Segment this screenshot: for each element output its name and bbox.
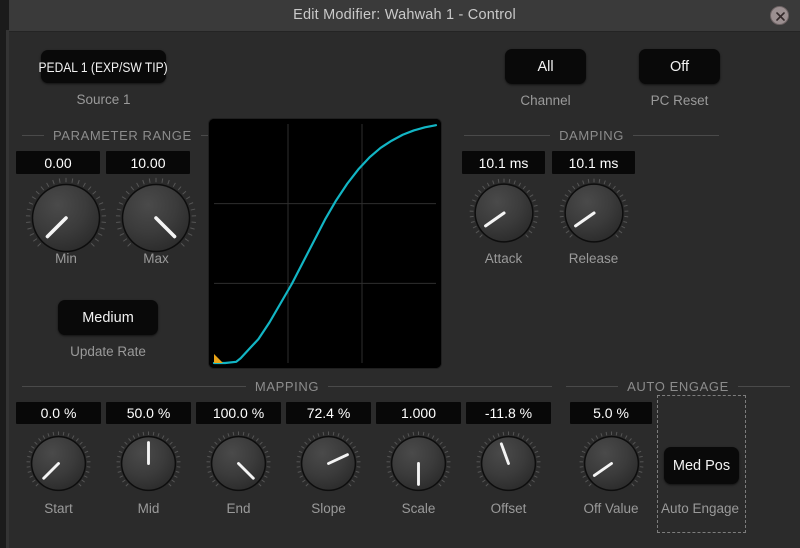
parameter-range-header: PARAMETER RANGE <box>22 128 223 143</box>
slope-label: Slope <box>311 501 346 516</box>
attack-knob[interactable] <box>468 177 540 249</box>
divider-left <box>566 386 619 387</box>
max-value-field[interactable]: 10.00 <box>106 151 190 174</box>
knob-dial <box>469 178 539 243</box>
auto-engage-header: AUTO ENGAGE <box>566 379 790 394</box>
mapping-title: MAPPING <box>254 379 320 394</box>
off-value-label: Off Value <box>583 501 639 516</box>
min-knob[interactable] <box>24 176 108 260</box>
divider-left <box>22 386 246 387</box>
end-label: End <box>226 501 251 516</box>
pc-reset-value: Off <box>669 58 690 75</box>
max-knob[interactable] <box>114 176 198 260</box>
release-label: Release <box>568 251 619 266</box>
off-value-knob[interactable] <box>578 430 645 497</box>
min-label: Min <box>55 251 77 266</box>
source-1-label: Source 1 <box>76 92 131 107</box>
knob-dial <box>579 431 644 492</box>
auto-engage-mode-value: Med Pos <box>672 457 731 474</box>
divider-left <box>464 135 551 136</box>
mapping-curve-svg <box>209 119 441 368</box>
divider-right <box>328 386 552 387</box>
channel-button[interactable]: All <box>505 49 586 84</box>
mapping-curve-graph[interactable] <box>209 119 441 368</box>
release-knob[interactable] <box>558 177 630 249</box>
offset-label: Offset <box>490 501 527 516</box>
close-button[interactable] <box>770 6 789 25</box>
auto-engage-mode-button[interactable]: Med Pos <box>664 447 739 484</box>
window-titlebar[interactable]: Edit Modifier: Wahwah 1 - Control <box>9 0 800 32</box>
source-1-value: PEDAL 1 (EXP/SW TIP) <box>38 58 169 75</box>
offset-value-field[interactable]: -11.8 % <box>466 402 551 424</box>
update-rate-value: Medium <box>82 309 134 326</box>
update-rate-button[interactable]: Medium <box>58 300 158 335</box>
close-icon <box>776 12 785 21</box>
channel-label: Channel <box>520 93 571 108</box>
auto-engage-mode-label: Auto Engage <box>660 501 740 516</box>
mapping-header: MAPPING <box>22 379 552 394</box>
knob-dial <box>26 431 91 492</box>
knob-dial <box>25 177 107 253</box>
knob-dial <box>206 431 271 492</box>
offset-knob[interactable] <box>475 430 542 497</box>
start-label: Start <box>44 501 73 516</box>
knob-dial <box>296 431 361 492</box>
slope-value-field[interactable]: 72.4 % <box>286 402 371 424</box>
edit-modifier-window: Edit Modifier: Wahwah 1 - Control PEDAL … <box>9 0 800 548</box>
divider-left <box>22 135 44 136</box>
source-1-button[interactable]: PEDAL 1 (EXP/SW TIP) <box>38 50 169 83</box>
damping-title: DAMPING <box>559 128 624 143</box>
release-value-field[interactable]: 10.1 ms <box>552 151 635 174</box>
channel-value: All <box>537 58 554 75</box>
parameter-range-title: PARAMETER RANGE <box>53 128 192 143</box>
scale-label: Scale <box>401 501 436 516</box>
start-value-field[interactable]: 0.0 % <box>16 402 101 424</box>
knob-dial <box>116 431 181 492</box>
knob-dial <box>386 431 451 492</box>
graph-background <box>209 119 441 368</box>
auto-engage-title: AUTO ENGAGE <box>627 379 729 394</box>
window-title: Edit Modifier: Wahwah 1 - Control <box>293 7 516 23</box>
mid-value-field[interactable]: 50.0 % <box>106 402 191 424</box>
scale-value-field[interactable]: 1.000 <box>376 402 461 424</box>
damping-header: DAMPING <box>464 128 719 143</box>
knob-dial <box>559 178 629 243</box>
scale-knob[interactable] <box>385 430 452 497</box>
slope-knob[interactable] <box>295 430 362 497</box>
divider-right <box>737 386 790 387</box>
pc-reset-label: PC Reset <box>650 93 709 108</box>
knob-dial <box>115 177 197 253</box>
off-value-field[interactable]: 5.0 % <box>570 402 652 424</box>
start-knob[interactable] <box>25 430 92 497</box>
mid-knob[interactable] <box>115 430 182 497</box>
max-label: Max <box>143 251 169 266</box>
mid-label: Mid <box>137 501 160 516</box>
end-knob[interactable] <box>205 430 272 497</box>
update-rate-label: Update Rate <box>70 344 146 359</box>
knob-dial <box>476 431 541 492</box>
attack-label: Attack <box>484 251 523 266</box>
attack-value-field[interactable]: 10.1 ms <box>462 151 545 174</box>
pc-reset-button[interactable]: Off <box>639 49 720 84</box>
min-value-field[interactable]: 0.00 <box>16 151 100 174</box>
app-root: Edit Modifier: Wahwah 1 - Control PEDAL … <box>0 0 800 548</box>
end-value-field[interactable]: 100.0 % <box>196 402 281 424</box>
divider-right <box>632 135 719 136</box>
